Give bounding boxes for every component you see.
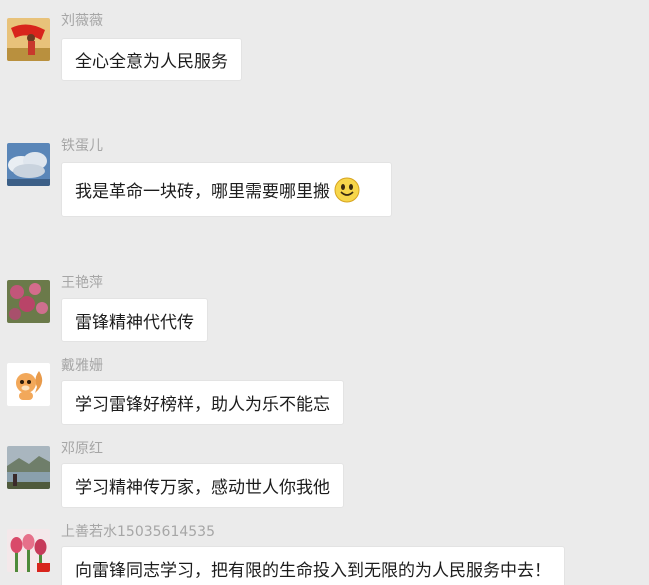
message-bubble[interactable]: 全心全意为人民服务 — [61, 38, 242, 81]
avatar-red-flag-photo — [7, 18, 50, 61]
message-text: 学习雷锋好榜样，助人为乐不能忘 — [75, 395, 330, 415]
message-text: 学习精神传万家，感动世人你我他 — [75, 478, 330, 498]
sender-name: 戴雅姗 — [61, 358, 103, 374]
avatar[interactable] — [7, 18, 50, 61]
avatar-cartoon-squirrel — [7, 363, 50, 406]
avatar-flowers-photo — [7, 280, 50, 323]
message-bubble[interactable]: 学习雷锋好榜样，助人为乐不能忘 — [61, 380, 344, 425]
sender-name: 王艳萍 — [61, 275, 103, 291]
avatar[interactable] — [7, 143, 50, 186]
message-text: 我是革命一块砖，哪里需要哪里搬 — [75, 182, 330, 202]
sender-name: 上善若水15035614535 — [61, 524, 215, 540]
message-bubble[interactable]: 我是革命一块砖，哪里需要哪里搬 — [61, 162, 392, 217]
sender-name: 邓原红 — [61, 441, 103, 457]
message-text: 雷锋精神代代传 — [75, 312, 194, 333]
message-text: 向雷锋同志学习，把有限的生命投入到无限的为人民服务中去！ — [75, 560, 551, 581]
sender-name: 刘薇薇 — [61, 13, 103, 29]
avatar[interactable] — [7, 529, 50, 572]
avatar[interactable] — [7, 446, 50, 489]
avatar-lake-scene-photo — [7, 446, 50, 489]
avatar-sky-clouds-photo — [7, 143, 50, 186]
smiley-icon — [334, 177, 360, 203]
sender-name: 铁蛋儿 — [61, 138, 103, 154]
avatar[interactable] — [7, 280, 50, 323]
message-bubble[interactable]: 雷锋精神代代传 — [61, 298, 208, 342]
message-bubble[interactable]: 向雷锋同志学习，把有限的生命投入到无限的为人民服务中去！ — [61, 546, 565, 585]
avatar-tulips-photo — [7, 529, 50, 572]
message-text: 全心全意为人民服务 — [75, 52, 228, 72]
avatar[interactable] — [7, 363, 50, 406]
message-bubble[interactable]: 学习精神传万家，感动世人你我他 — [61, 463, 344, 508]
